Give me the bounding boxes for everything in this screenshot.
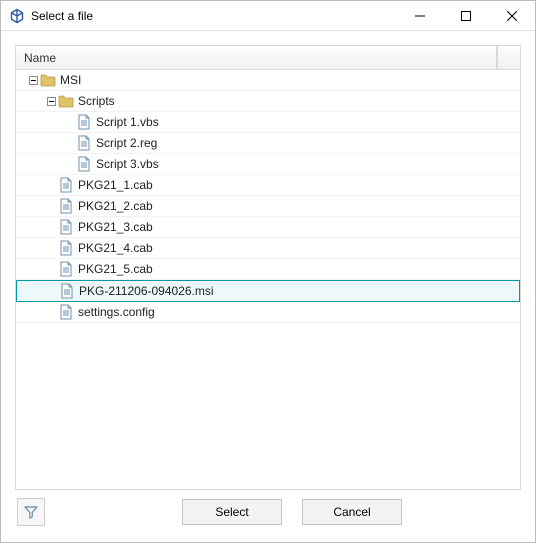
tree-item-label: PKG21_1.cab xyxy=(78,178,153,192)
maximize-button[interactable] xyxy=(443,1,489,31)
close-button[interactable] xyxy=(489,1,535,31)
select-button[interactable]: Select xyxy=(182,499,282,525)
content-area: Name MSI Scripts Script 1.vbs Script 2.reg S… xyxy=(1,31,535,542)
file-icon xyxy=(76,135,92,151)
file-tree: Name MSI Scripts Script 1.vbs Script 2.reg S… xyxy=(15,45,521,490)
expander-placeholder xyxy=(44,178,58,192)
tree-body[interactable]: MSI Scripts Script 1.vbs Script 2.reg Script… xyxy=(16,70,520,489)
expander-placeholder xyxy=(44,305,58,319)
tree-folder-row[interactable]: Scripts xyxy=(16,91,520,112)
file-icon xyxy=(76,114,92,130)
cancel-button[interactable]: Cancel xyxy=(302,499,402,525)
tree-item-label: PKG21_2.cab xyxy=(78,199,153,213)
tree-file-row[interactable]: PKG21_5.cab xyxy=(16,259,520,280)
tree-file-row[interactable]: Script 1.vbs xyxy=(16,112,520,133)
name-column-header[interactable]: Name xyxy=(16,46,497,69)
expander-placeholder xyxy=(44,262,58,276)
tree-folder-row[interactable]: MSI xyxy=(16,70,520,91)
tree-item-label: PKG21_5.cab xyxy=(78,262,153,276)
tree-item-label: MSI xyxy=(60,73,81,87)
tree-item-label: PKG21_4.cab xyxy=(78,241,153,255)
tree-item-label: Scripts xyxy=(78,94,115,108)
expander-placeholder xyxy=(62,115,76,129)
file-icon xyxy=(59,283,75,299)
expander-placeholder xyxy=(44,241,58,255)
column-header-spacer xyxy=(497,46,520,69)
tree-file-row[interactable]: PKG21_2.cab xyxy=(16,196,520,217)
tree-item-label: PKG21_3.cab xyxy=(78,220,153,234)
file-icon xyxy=(58,304,74,320)
file-icon xyxy=(58,198,74,214)
titlebar[interactable]: Select a file xyxy=(1,1,535,31)
tree-file-row[interactable]: settings.config xyxy=(16,302,520,323)
expander-icon[interactable] xyxy=(44,94,58,108)
dialog-window: Select a file Name MSI Scripts Script 1.vb… xyxy=(0,0,536,543)
folder-icon xyxy=(58,93,74,109)
tree-file-row[interactable]: PKG21_1.cab xyxy=(16,175,520,196)
column-header-row: Name xyxy=(16,46,520,70)
expander-icon[interactable] xyxy=(26,73,40,87)
minimize-button[interactable] xyxy=(397,1,443,31)
tree-item-label: PKG-211206-094026.msi xyxy=(79,284,214,298)
file-icon xyxy=(58,240,74,256)
expander-placeholder xyxy=(62,136,76,150)
expander-placeholder xyxy=(44,199,58,213)
tree-item-label: Script 1.vbs xyxy=(96,115,159,129)
filter-button[interactable] xyxy=(17,498,45,526)
file-icon xyxy=(76,156,92,172)
expander-placeholder xyxy=(62,157,76,171)
expander-placeholder xyxy=(44,220,58,234)
button-bar: Select Cancel xyxy=(15,490,521,534)
file-icon xyxy=(58,261,74,277)
file-icon xyxy=(58,219,74,235)
file-icon xyxy=(58,177,74,193)
window-title: Select a file xyxy=(31,9,93,23)
expander-placeholder xyxy=(45,284,59,298)
folder-icon xyxy=(40,72,56,88)
tree-file-row[interactable]: PKG21_3.cab xyxy=(16,217,520,238)
tree-item-label: Script 2.reg xyxy=(96,136,157,150)
tree-file-row[interactable]: Script 2.reg xyxy=(16,133,520,154)
tree-item-label: settings.config xyxy=(78,305,155,319)
tree-file-row[interactable]: PKG21_4.cab xyxy=(16,238,520,259)
app-icon xyxy=(9,8,25,24)
tree-file-row[interactable]: Script 3.vbs xyxy=(16,154,520,175)
tree-item-label: Script 3.vbs xyxy=(96,157,159,171)
tree-file-row[interactable]: PKG-211206-094026.msi xyxy=(16,280,520,302)
funnel-icon xyxy=(24,505,38,519)
